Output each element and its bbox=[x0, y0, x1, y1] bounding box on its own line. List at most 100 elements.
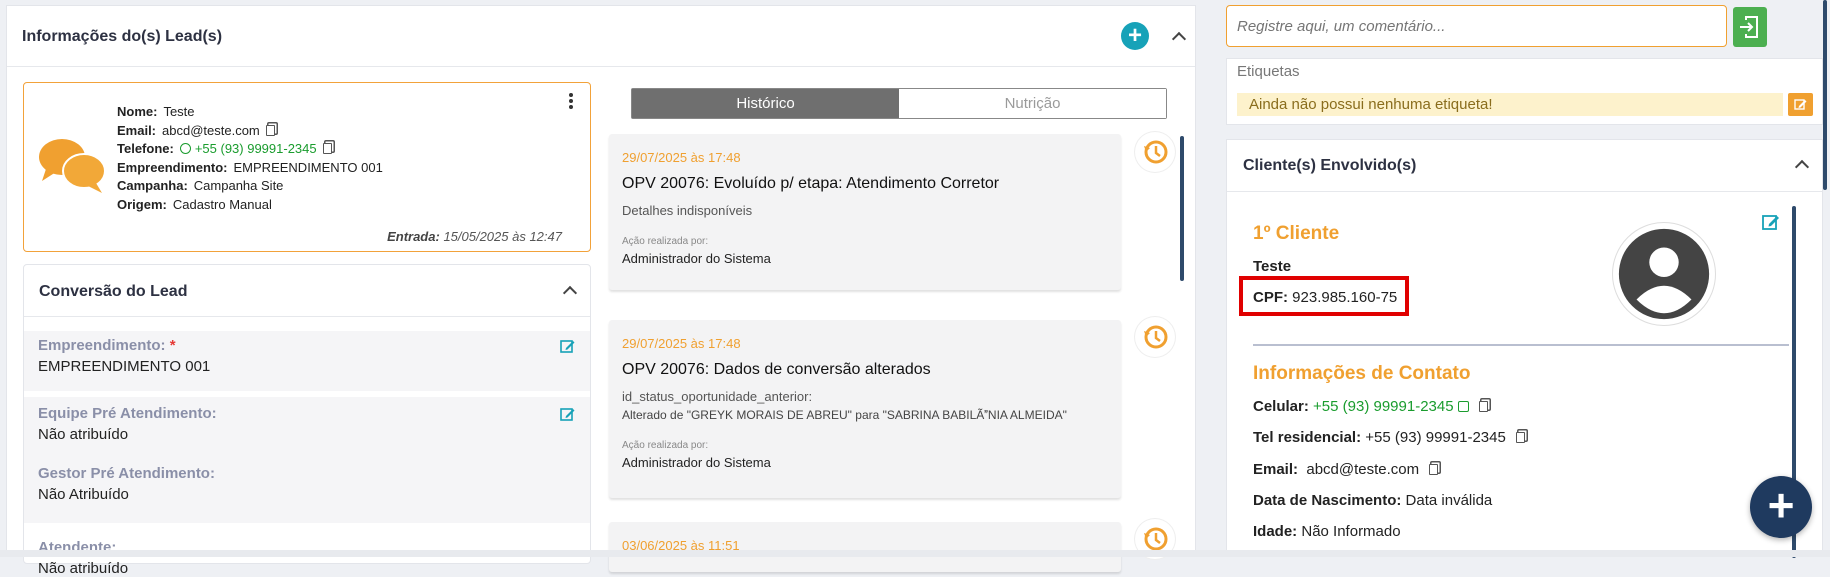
tab-historico[interactable]: Histórico bbox=[632, 89, 899, 118]
conversion-header: Conversão do Lead bbox=[24, 265, 590, 317]
tags-empty-message: Ainda não possui nenhuma etiqueta! bbox=[1237, 93, 1783, 116]
timeline-item: 29/07/2025 às 17:48 OPV 20076: Dados de … bbox=[609, 320, 1121, 498]
history-tabs: Histórico Nutrição bbox=[631, 88, 1167, 119]
client-heading: 1º Cliente bbox=[1253, 223, 1340, 244]
field-label: Equipe Pré Atendimento: bbox=[38, 405, 217, 422]
tab-nutricao[interactable]: Nutrição bbox=[899, 89, 1166, 118]
field-label: Gestor Pré Atendimento: bbox=[38, 465, 215, 482]
timeline-date: 29/07/2025 às 17:48 bbox=[622, 150, 741, 165]
celular-value[interactable]: +55 (93) 99991-2345 bbox=[1313, 398, 1454, 415]
entrada-value: 15/05/2025 às 12:47 bbox=[443, 229, 562, 244]
field-value: EMPREENDIMENTO 001 bbox=[38, 358, 211, 375]
timeline-detail-change: Alterado de "GREYK MORAIS DE ABREU" para… bbox=[622, 408, 1067, 422]
campanha-value: Campanha Site bbox=[193, 178, 284, 193]
copy-icon[interactable] bbox=[265, 124, 275, 136]
campanha-label: Campanha: bbox=[117, 178, 188, 193]
nome-value: Teste bbox=[163, 104, 195, 119]
user-avatar-icon bbox=[1612, 222, 1716, 326]
email-label: Email: bbox=[1253, 461, 1299, 478]
tags-panel: Etiquetas Ainda não possui nenhuma etiqu… bbox=[1226, 58, 1823, 125]
client-name-value: Teste bbox=[1253, 258, 1292, 275]
celular-label: Celular: bbox=[1253, 398, 1309, 415]
contact-heading: Informações de Contato bbox=[1253, 363, 1471, 384]
entrada-label: Entrada: bbox=[387, 229, 440, 244]
collapse-chevron-icon[interactable] bbox=[1794, 159, 1810, 175]
plus-icon: + bbox=[1767, 479, 1795, 531]
cpf-highlight-box bbox=[1239, 276, 1409, 316]
send-icon bbox=[1740, 16, 1758, 38]
nome-label: Nome: bbox=[117, 104, 158, 119]
timeline-item: 03/06/2025 às 11:51 bbox=[609, 522, 1121, 572]
timeline-scrollbar[interactable] bbox=[1180, 136, 1184, 281]
timeline-detail: Detalhes indisponíveis bbox=[622, 203, 753, 218]
field-label: Empreendimento: bbox=[38, 337, 166, 354]
edit-tags-button[interactable] bbox=[1788, 93, 1813, 116]
timeline-title: OPV 20076: Evoluído p/ etapa: Atendiment… bbox=[622, 175, 1000, 192]
timeline-by-label: Ação realizada por: bbox=[622, 440, 709, 451]
client-idade: Idade: Não Informado bbox=[1253, 523, 1401, 540]
add-lead-icon[interactable]: + bbox=[1121, 22, 1149, 50]
origem-value: Cadastro Manual bbox=[172, 196, 272, 212]
timeline-by-label: Ação realizada por: bbox=[622, 236, 709, 247]
email-value: abcd@teste.com bbox=[1306, 461, 1420, 478]
timeline-title: OPV 20076: Dados de conversão alterados bbox=[622, 361, 931, 378]
field-empreendimento: Empreendimento: * EMPREENDIMENTO 001 bbox=[24, 331, 590, 391]
copy-icon[interactable] bbox=[1478, 401, 1488, 412]
empreendimento-label: Empreendimento: bbox=[117, 159, 228, 175]
client-nasc: Data de Nascimento: Data inválida bbox=[1253, 492, 1492, 509]
clients-title: Cliente(s) Envolvido(s) bbox=[1243, 157, 1417, 174]
lead-panel-title: Informações do(s) Lead(s) bbox=[22, 28, 223, 45]
kebab-menu-icon[interactable] bbox=[569, 93, 573, 109]
entrada-info: Entrada: 15/05/2025 às 12:47 bbox=[387, 229, 562, 244]
field-value: Não atribuído bbox=[38, 560, 129, 577]
timeline-by: Administrador do Sistema bbox=[622, 251, 771, 266]
page-scrollbar[interactable] bbox=[1823, 0, 1827, 190]
telefone-value[interactable]: +55 (93) 99991-2345 bbox=[195, 141, 317, 156]
idade-label: Idade: bbox=[1253, 523, 1298, 540]
chat-bubbles-icon bbox=[39, 139, 106, 193]
client-celular: Celular: +55 (93) 99991-2345 bbox=[1253, 398, 1488, 415]
timeline-by: Administrador do Sistema bbox=[622, 455, 771, 470]
email-label: Email: bbox=[117, 122, 157, 138]
copy-icon[interactable] bbox=[1429, 464, 1439, 475]
collapse-chevron-icon[interactable] bbox=[562, 285, 578, 301]
whatsapp-icon[interactable] bbox=[179, 143, 191, 154]
edit-icon[interactable] bbox=[560, 339, 575, 353]
conversion-card: Conversão do Lead Empreendimento: * EMPR… bbox=[23, 264, 591, 577]
field-value: Não Atribuído bbox=[38, 486, 129, 503]
telefone-label: Telefone: bbox=[117, 141, 174, 156]
history-icon bbox=[1135, 132, 1175, 172]
history-icon bbox=[1135, 317, 1175, 357]
lead-panel-header: Informações do(s) Lead(s) + bbox=[7, 6, 1195, 67]
field-atendente: Atendente: Não atribuído bbox=[38, 539, 128, 577]
send-comment-button[interactable] bbox=[1733, 7, 1767, 47]
lead-info-panel: Informações do(s) Lead(s) + Nome: Teste E… bbox=[6, 5, 1196, 577]
floating-add-button[interactable]: + bbox=[1750, 476, 1812, 538]
client-email: Email: abcd@teste.com bbox=[1253, 461, 1439, 478]
edit-icon[interactable] bbox=[560, 407, 575, 421]
field-group-pre-atendimento: Equipe Pré Atendimento: Não atribuído Ge… bbox=[24, 397, 590, 523]
nasc-label: Data de Nascimento: bbox=[1253, 492, 1402, 509]
bottom-scrollbar-track bbox=[0, 550, 1830, 557]
origem-label: Origem: bbox=[117, 196, 167, 212]
conversion-title: Conversão do Lead bbox=[39, 283, 188, 300]
timeline-detail: id_status_oportunidade_anterior: bbox=[622, 389, 813, 404]
empreendimento-value: EMPREENDIMENTO 001 bbox=[233, 159, 383, 175]
client-name: Teste bbox=[1253, 258, 1291, 275]
timeline-date: 29/07/2025 às 17:48 bbox=[622, 336, 741, 351]
nasc-value: Data inválida bbox=[1405, 492, 1493, 509]
section-divider bbox=[1253, 344, 1789, 346]
clients-header: Cliente(s) Envolvido(s) bbox=[1227, 140, 1822, 192]
edit-client-icon[interactable] bbox=[1762, 213, 1780, 230]
required-marker: * bbox=[169, 337, 176, 354]
timeline-item: 29/07/2025 às 17:48 OPV 20076: Evoluído … bbox=[609, 134, 1121, 290]
lead-info-card: Nome: Teste Email: abcd@teste.com Telefone… bbox=[23, 82, 591, 252]
tel-label: Tel residencial: bbox=[1253, 429, 1362, 446]
collapse-chevron-icon[interactable] bbox=[1171, 31, 1187, 47]
comment-input[interactable] bbox=[1226, 5, 1727, 47]
email-value: abcd@teste.com bbox=[162, 122, 260, 138]
copy-icon[interactable] bbox=[322, 143, 332, 154]
whatsapp-icon[interactable] bbox=[1457, 401, 1469, 412]
tel-value: +55 (93) 99991-2345 bbox=[1365, 429, 1506, 446]
copy-icon[interactable] bbox=[1515, 432, 1525, 443]
